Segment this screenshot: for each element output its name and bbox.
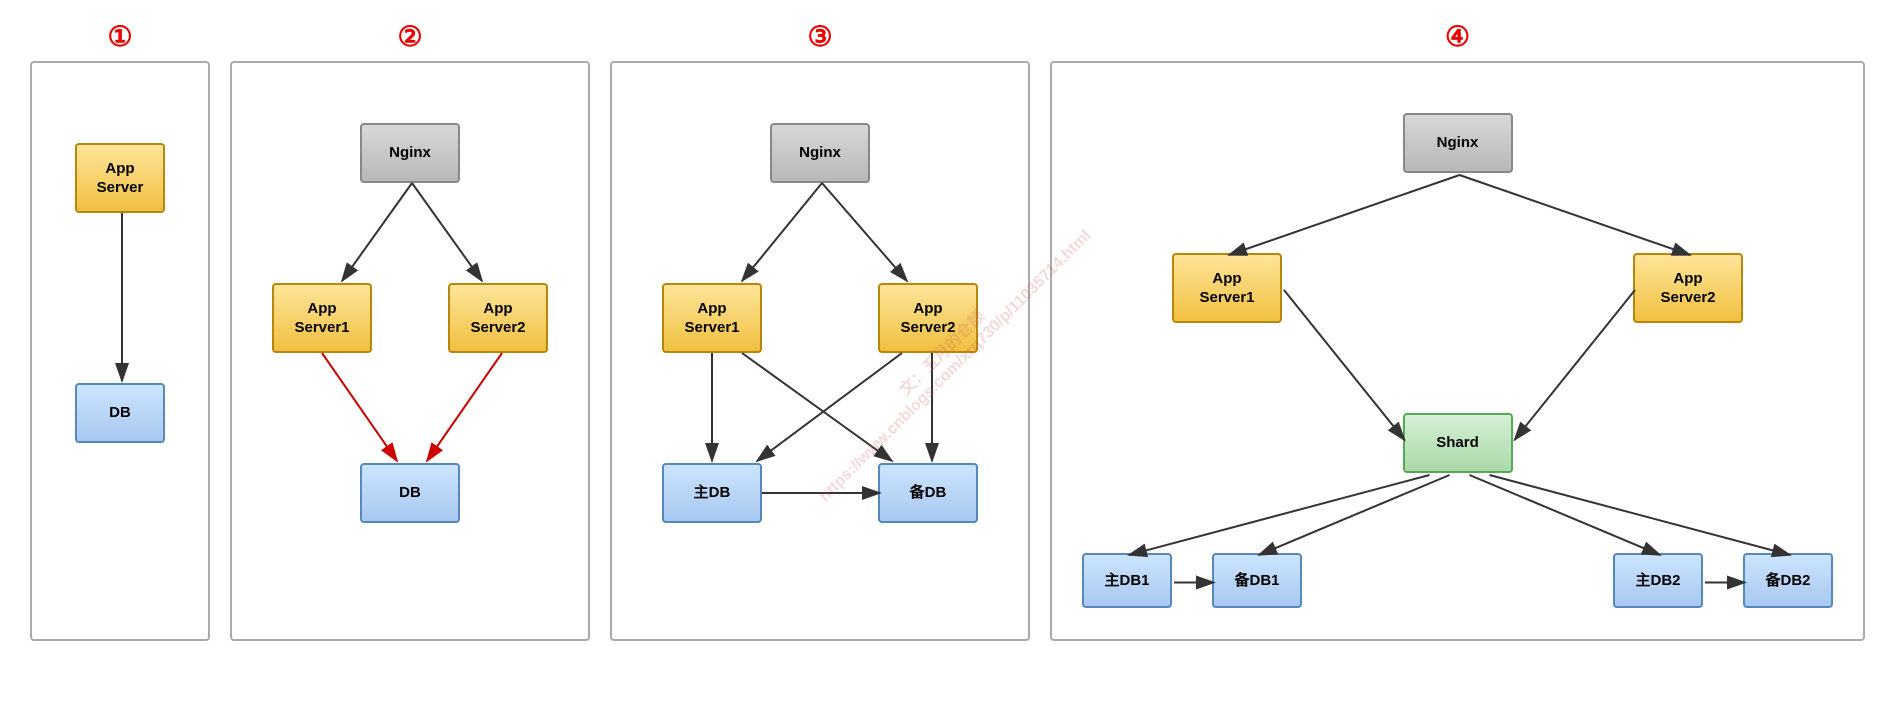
d4-backup-db1: 备DB1 [1212,553,1302,608]
diagram-1: ① AppServer DB [30,20,210,641]
diagram-3-box: Nginx AppServer1 AppServer2 主DB 备DB [610,61,1030,641]
diagram-4-box: Nginx AppServer1 AppServer2 Shard 主DB1 备… [1050,61,1865,641]
diagram-1-box: AppServer DB [30,61,210,641]
page-container: ① AppServer DB ② Nginx AppS [0,0,1895,716]
d4-shard: Shard [1403,413,1513,473]
d4-app-server1: AppServer1 [1172,253,1282,323]
diagram-2-label: ② [397,20,422,53]
d2-nginx: Nginx [360,123,460,183]
d2-db: DB [360,463,460,523]
diagram-2: ② Nginx AppServer1 AppServer2 DB [230,20,590,641]
d1-app-server: AppServer [75,143,165,213]
diagram-4: ④ Nginx AppServer1 AppServer2 Shard 主DB1… [1050,20,1865,641]
d3-master-db: 主DB [662,463,762,523]
d2-app-server1: AppServer1 [272,283,372,353]
d3-app-server1: AppServer1 [662,283,762,353]
diagram-3: ③ Nginx AppServer1 AppServer2 主DB 备DB [610,20,1030,641]
d4-backup-db2: 备DB2 [1743,553,1833,608]
d3-nginx: Nginx [770,123,870,183]
diagram-1-label: ① [107,20,132,53]
d4-master-db1: 主DB1 [1082,553,1172,608]
diagram-2-box: Nginx AppServer1 AppServer2 DB [230,61,590,641]
d4-nginx: Nginx [1403,113,1513,173]
d3-backup-db: 备DB [878,463,978,523]
d1-db: DB [75,383,165,443]
d4-master-db2: 主DB2 [1613,553,1703,608]
diagram-4-label: ④ [1445,20,1470,53]
d3-app-server2: AppServer2 [878,283,978,353]
d2-app-server2: AppServer2 [448,283,548,353]
d4-app-server2: AppServer2 [1633,253,1743,323]
diagram-3-label: ③ [807,20,832,53]
